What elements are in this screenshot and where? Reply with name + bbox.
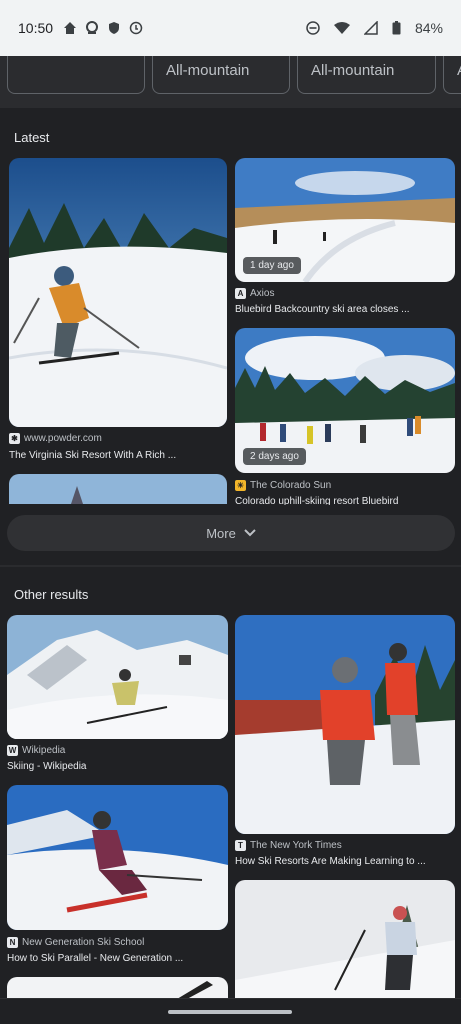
card-title: Bluebird Backcountry ski area closes ...: [235, 304, 410, 315]
card-source: ☀ The Colorado Sun: [235, 480, 332, 491]
latest-heading: Latest: [14, 130, 50, 145]
other-results-heading: Other results: [14, 587, 89, 602]
powder-favicon-icon: ✱: [9, 433, 20, 444]
nytimes-favicon-icon: T: [235, 840, 246, 851]
card-title: How to Ski Parallel - New Generation ...: [7, 953, 184, 964]
card-source: A Axios: [235, 288, 274, 299]
card-source: T The New York Times: [235, 840, 342, 851]
other-card-new-generation[interactable]: N New Generation Ski School How to Ski P…: [7, 785, 228, 967]
card-image: [7, 977, 228, 999]
card-image: [235, 615, 455, 834]
cellular-signal-icon: [363, 21, 378, 35]
system-navigation-bar: [0, 998, 461, 1024]
card-image: [7, 785, 228, 930]
card-title: The Virginia Ski Resort With A Rich ...: [9, 450, 177, 461]
chip-label: All-mountain: [166, 62, 250, 79]
filter-chip-row: All-mountain All-mountain A: [0, 56, 461, 108]
time-badge: 1 day ago: [243, 257, 301, 274]
latest-card-axios[interactable]: 1 day ago A Axios Bluebird Backcountry s…: [235, 158, 455, 318]
card-source: N New Generation Ski School: [7, 937, 144, 948]
new-generation-favicon-icon: N: [7, 937, 18, 948]
more-label: More: [206, 525, 236, 541]
other-card-wikipedia[interactable]: W Wikipedia Skiing - Wikipedia: [7, 615, 228, 775]
more-button[interactable]: More: [7, 515, 455, 551]
battery-icon: [392, 21, 401, 35]
filter-chip[interactable]: [7, 56, 145, 94]
card-image: 2 days ago: [235, 328, 455, 473]
other-card-partial-left[interactable]: [7, 977, 228, 999]
section-divider: [0, 565, 461, 567]
colorado-sun-favicon-icon: ☀: [235, 480, 246, 491]
card-source: ✱ www.powder.com: [9, 433, 102, 444]
sync-notification-icon: [129, 21, 143, 35]
status-bar: 10:50 84%: [0, 0, 461, 56]
do-not-disturb-icon: [306, 21, 320, 35]
latest-card-colorado-sun[interactable]: 2 days ago ☀ The Colorado Sun Colorado u…: [235, 328, 455, 506]
battery-percentage: 84%: [414, 20, 443, 36]
status-time: 10:50: [18, 20, 54, 36]
gesture-handle[interactable]: [168, 1010, 292, 1014]
filter-chip-all-mountain-2[interactable]: All-mountain: [297, 56, 436, 94]
other-card-nytimes[interactable]: T The New York Times How Ski Resorts Are…: [235, 615, 455, 870]
filter-chip-all-mountain[interactable]: All-mountain: [152, 56, 290, 94]
chevron-down-icon: [244, 529, 256, 537]
card-image: [9, 158, 227, 427]
home-notification-icon: [64, 22, 77, 34]
wikipedia-favicon-icon: W: [7, 745, 18, 756]
app-notification-icon: [86, 21, 99, 34]
chip-label: All-mountain: [311, 62, 395, 79]
card-image: [9, 474, 227, 504]
card-title: Skiing - Wikipedia: [7, 761, 87, 772]
card-image: [7, 615, 228, 739]
card-title: How Ski Resorts Are Making Learning to .…: [235, 856, 426, 867]
wifi-icon: [333, 22, 350, 34]
latest-card-partial[interactable]: [9, 474, 227, 504]
card-image: 1 day ago: [235, 158, 455, 282]
filter-chip-partial[interactable]: A: [443, 56, 461, 94]
chip-label: A: [457, 62, 461, 79]
shield-notification-icon: [109, 22, 120, 34]
card-title: Colorado uphill-skiing resort Bluebird: [235, 496, 399, 505]
card-source: W Wikipedia: [7, 745, 66, 756]
other-card-partial-right[interactable]: [235, 880, 455, 998]
latest-card-powder[interactable]: ✱ www.powder.com The Virginia Ski Resort…: [9, 158, 227, 468]
time-badge: 2 days ago: [243, 448, 306, 465]
axios-favicon-icon: A: [235, 288, 246, 299]
card-image: [235, 880, 455, 998]
